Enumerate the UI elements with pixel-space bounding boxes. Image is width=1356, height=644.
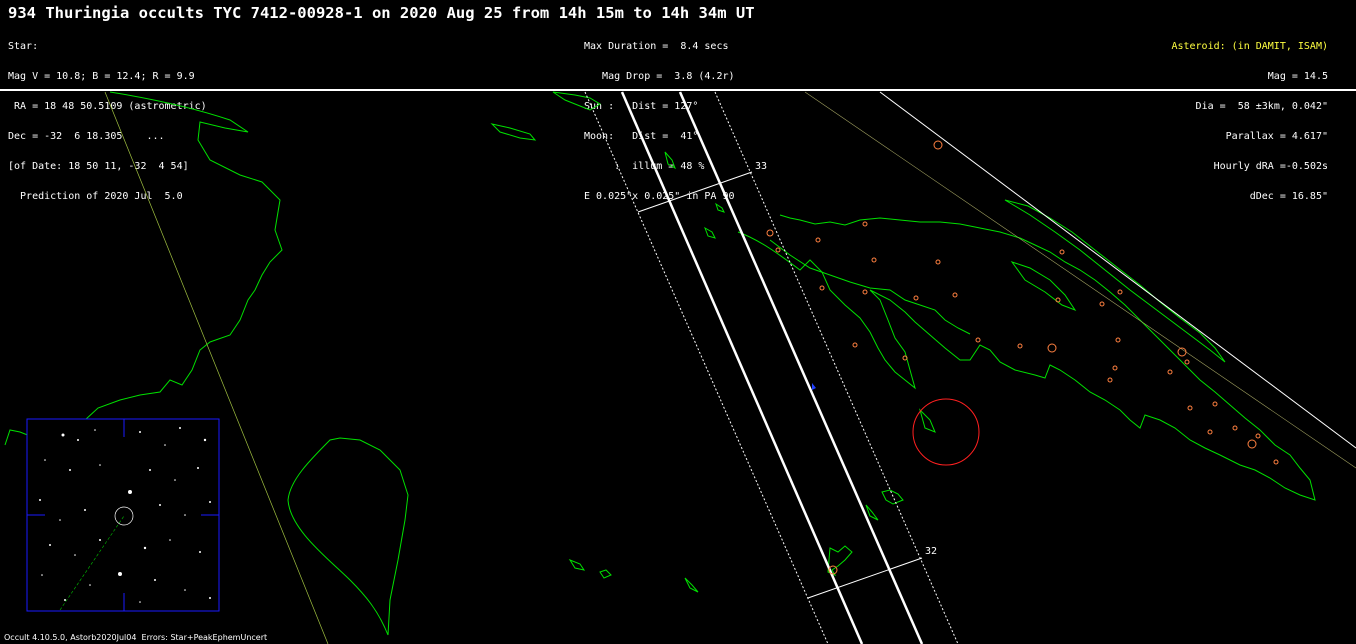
outer-limit-line-left [584, 91, 829, 644]
site-marker [1247, 439, 1257, 449]
site-marker [871, 257, 877, 263]
star [39, 499, 41, 501]
site-marker [1187, 405, 1193, 411]
island [715, 202, 725, 213]
site-marker [1273, 459, 1279, 465]
star [74, 554, 76, 556]
star [84, 509, 86, 511]
star [41, 574, 43, 576]
site-marker [1117, 289, 1123, 295]
star [99, 539, 101, 541]
star [94, 429, 96, 431]
site-marker [1107, 377, 1113, 383]
site-marker [1212, 401, 1218, 407]
star [61, 433, 65, 437]
island [881, 489, 904, 505]
site-marker [952, 292, 958, 298]
star [89, 584, 91, 586]
time-line-32 [807, 557, 923, 599]
island [490, 123, 537, 141]
island [827, 545, 853, 577]
occultation-map: 33 32 [4, 91, 1356, 644]
star [179, 427, 181, 429]
star [44, 459, 46, 461]
site-marker [766, 229, 774, 237]
inset-frame [26, 418, 220, 612]
star [209, 501, 211, 503]
star [203, 438, 207, 442]
star [139, 601, 141, 603]
site-marker [1167, 369, 1173, 375]
island [664, 151, 676, 170]
star [174, 479, 176, 481]
twilight-line [804, 91, 1356, 469]
star [69, 469, 71, 471]
island [919, 408, 936, 433]
coastline-northeast [737, 214, 1316, 501]
star [199, 551, 201, 553]
site-marker [1115, 337, 1121, 343]
island [1010, 261, 1077, 312]
star-chart-inset [26, 418, 220, 612]
star [128, 490, 132, 494]
observer-sites [766, 140, 1279, 575]
site-marker [1047, 343, 1057, 353]
uncertainty-circle [912, 398, 980, 466]
time-label-32: 32 [925, 546, 937, 557]
site-marker [1059, 249, 1065, 255]
center-marker [812, 383, 816, 390]
occultation-path: 33 32 [104, 91, 1356, 644]
footer-info: Occult 4.10.5.0, Astorb2020Jul04 Errors:… [4, 633, 268, 642]
star [197, 467, 199, 469]
outer-limit-line-right [714, 91, 959, 644]
star [143, 546, 147, 550]
site-marker [935, 259, 941, 265]
star [184, 514, 186, 516]
coastline-east-island [287, 437, 409, 636]
star [99, 464, 101, 466]
site-marker [1255, 433, 1261, 439]
island [684, 577, 699, 593]
path-limit-north [620, 91, 864, 644]
star [184, 589, 186, 591]
site-marker [1017, 343, 1023, 349]
site-marker [913, 295, 919, 301]
site-marker [862, 289, 868, 295]
coastline-inner [769, 239, 971, 335]
site-marker [1184, 359, 1190, 365]
site-marker [815, 237, 821, 243]
star [154, 579, 156, 581]
site-marker [1112, 365, 1118, 371]
island [552, 91, 601, 111]
star [169, 539, 171, 541]
site-marker [933, 140, 943, 150]
star [77, 439, 79, 441]
site-marker [975, 337, 981, 343]
site-marker [819, 285, 825, 291]
site-marker [1232, 425, 1238, 431]
star [64, 599, 66, 601]
path-limit-south [678, 91, 924, 644]
site-marker [852, 342, 858, 348]
star [59, 519, 61, 521]
star [149, 469, 151, 471]
star [209, 597, 211, 599]
star [139, 431, 141, 433]
star [164, 444, 166, 446]
sunrise-line [879, 91, 1356, 449]
star [49, 544, 51, 546]
site-marker [1099, 301, 1105, 307]
star [159, 504, 161, 506]
site-marker [775, 247, 781, 253]
time-label-33: 33 [755, 161, 767, 172]
star [118, 572, 122, 576]
site-marker [1207, 429, 1213, 435]
time-line-33 [637, 171, 753, 213]
coastline-strip [1004, 199, 1226, 363]
island [704, 226, 716, 239]
island [599, 569, 612, 579]
site-marker [862, 221, 868, 227]
island [568, 558, 586, 571]
coastline-west [4, 91, 283, 446]
